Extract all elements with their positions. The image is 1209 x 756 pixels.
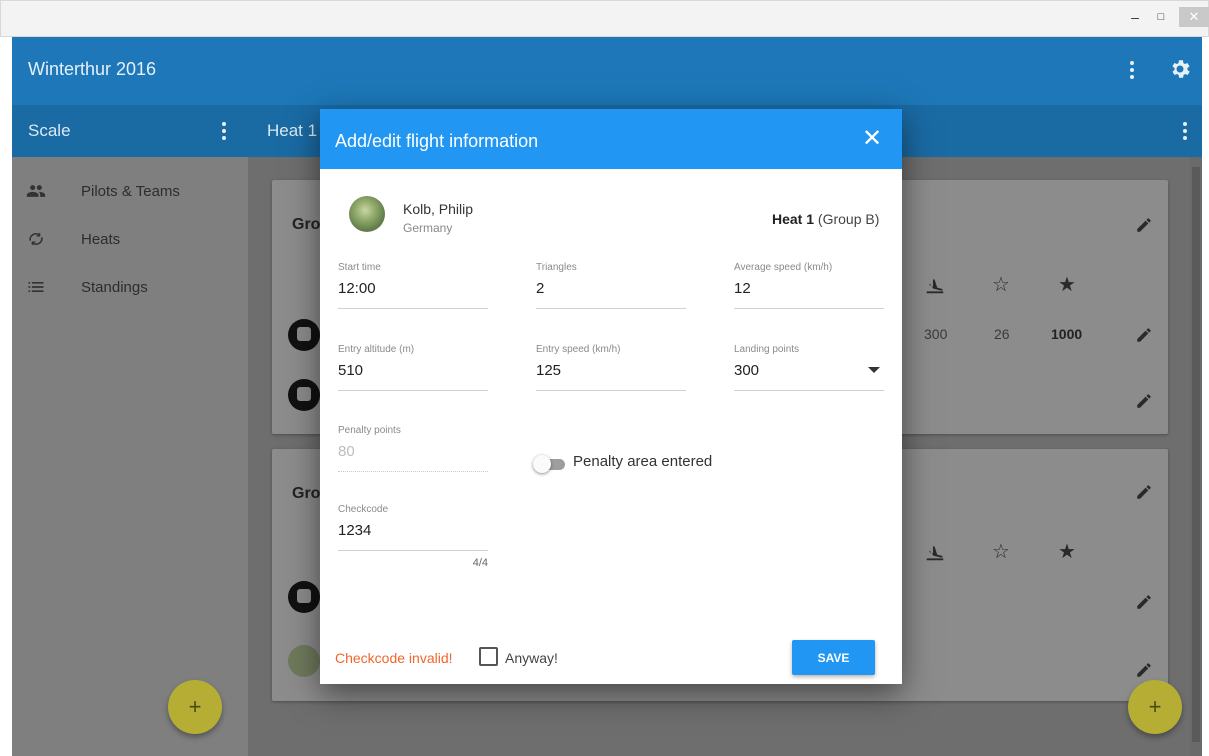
people-icon (25, 181, 47, 203)
stars-value: 26 (994, 326, 1010, 342)
app-window: – □ ✕ Winterthur 2016 Scale Heat 1 Pilot… (0, 0, 1209, 756)
avatar (288, 645, 320, 677)
avatar (288, 581, 320, 613)
loop-icon (25, 229, 47, 251)
landing-points-select[interactable]: Landing points 300 (734, 344, 884, 391)
penalty-points-input: 80 (338, 443, 355, 460)
checkcode-input[interactable]: 1234 (338, 520, 488, 542)
edit-pencil-icon[interactable] (1135, 392, 1153, 410)
heat-group: (Group B) (817, 211, 880, 227)
dropdown-arrow-icon[interactable] (868, 367, 880, 373)
field-label: Average speed (km/h) (734, 262, 833, 273)
sidebar: Pilots & Teams Heats Standings (12, 157, 248, 756)
sidebar-item-pilots[interactable]: Pilots & Teams (12, 173, 248, 213)
heat-label: Heat 1 (772, 211, 815, 227)
entry-speed-field[interactable]: Entry speed (km/h) 125 (536, 344, 686, 391)
checkcode-counter: 4/4 (472, 557, 488, 569)
app-bar: Winterthur 2016 (12, 37, 1202, 105)
start-time-input[interactable]: 12:00 (338, 278, 488, 300)
close-window-button[interactable]: ✕ (1179, 7, 1209, 27)
avatar (288, 319, 320, 351)
field-label: Entry speed (km/h) (536, 344, 621, 355)
app-menu-icon[interactable] (1122, 59, 1142, 81)
penalty-area-label: Penalty area entered (573, 453, 713, 470)
triangles-input[interactable]: 2 (536, 278, 686, 300)
flight-info-dialog: Add/edit flight information ✕ Kolb, Phil… (320, 109, 902, 684)
checkcode-field[interactable]: Checkcode 1234 4/4 (338, 504, 488, 569)
field-label: Triangles (536, 262, 577, 273)
field-label: Entry altitude (m) (338, 344, 415, 355)
sidebar-item-label: Pilots & Teams (81, 183, 180, 200)
section-menu-icon[interactable] (214, 120, 234, 142)
entry-speed-input[interactable]: 125 (536, 360, 686, 382)
anyway-label[interactable]: Anyway! (505, 650, 558, 666)
entry-altitude-field[interactable]: Entry altitude (m) 510 (338, 344, 488, 391)
section-title: Scale (28, 121, 71, 140)
penalty-points-field: Penalty points 80 (338, 425, 488, 472)
pilot-avatar (349, 196, 385, 232)
field-label: Landing points (734, 344, 800, 355)
landing-icon (926, 279, 944, 294)
pilot-name: Kolb, Philip (403, 201, 474, 217)
star-outline-icon: ☆ (992, 274, 1010, 296)
group-title: Gro (292, 485, 321, 502)
entry-altitude-input[interactable]: 510 (338, 360, 488, 382)
app-title: Winterthur 2016 (28, 59, 157, 79)
edit-pencil-icon[interactable] (1135, 326, 1153, 344)
dialog-header: Add/edit flight information ✕ (320, 109, 902, 169)
start-time-field[interactable]: Start time 12:00 (338, 262, 488, 309)
window-titlebar: – □ ✕ (0, 0, 1209, 37)
star-outline-icon: ☆ (992, 541, 1010, 563)
field-label: Checkcode (338, 504, 389, 515)
landing-value: 300 (924, 326, 948, 342)
pilot-country: Germany (403, 221, 453, 235)
average-speed-field[interactable]: Average speed (km/h) 12 (734, 262, 884, 309)
average-speed-input[interactable]: 12 (734, 278, 884, 300)
anyway-checkbox[interactable] (479, 647, 498, 666)
scrollbar[interactable] (1190, 157, 1202, 756)
close-icon[interactable]: ✕ (862, 127, 882, 151)
avatar (288, 379, 320, 411)
triangles-field[interactable]: Triangles 2 (536, 262, 686, 309)
field-label: Penalty points (338, 425, 401, 436)
edit-pencil-icon[interactable] (1135, 483, 1153, 501)
landing-icon (926, 546, 944, 561)
star-filled-icon: ★ (1058, 274, 1076, 296)
sidebar-item-heats[interactable]: Heats (12, 221, 248, 261)
edit-pencil-icon[interactable] (1135, 661, 1153, 679)
sidebar-item-standings[interactable]: Standings (12, 269, 248, 309)
settings-gear-icon[interactable] (1168, 57, 1192, 81)
edit-pencil-icon[interactable] (1135, 216, 1153, 234)
sidebar-item-label: Heats (81, 231, 121, 248)
add-heat-fab[interactable]: + (168, 680, 222, 734)
list-icon (25, 277, 47, 299)
heat-info: Heat 1 (Group B) (772, 211, 879, 227)
field-label: Start time (338, 262, 381, 273)
checkcode-error: Checkcode invalid! (335, 650, 453, 666)
star-filled-icon: ★ (1058, 541, 1076, 563)
penalty-area-toggle[interactable] (533, 455, 569, 473)
add-flight-fab[interactable]: + (1128, 680, 1182, 734)
heat-title: Heat 1 (267, 121, 318, 140)
landing-points-value[interactable]: 300 (734, 360, 884, 382)
minimize-button[interactable]: – (1124, 7, 1146, 27)
maximize-button[interactable]: □ (1150, 7, 1172, 27)
edit-pencil-icon[interactable] (1135, 593, 1153, 611)
dialog-title: Add/edit flight information (335, 131, 539, 151)
sidebar-item-label: Standings (81, 279, 148, 296)
save-button[interactable]: SAVE (792, 640, 875, 675)
score-value: 1000 (1051, 326, 1083, 342)
group-title: Gro (292, 216, 321, 233)
scroll-thumb[interactable] (1192, 167, 1200, 742)
heat-menu-icon[interactable] (1175, 120, 1195, 142)
